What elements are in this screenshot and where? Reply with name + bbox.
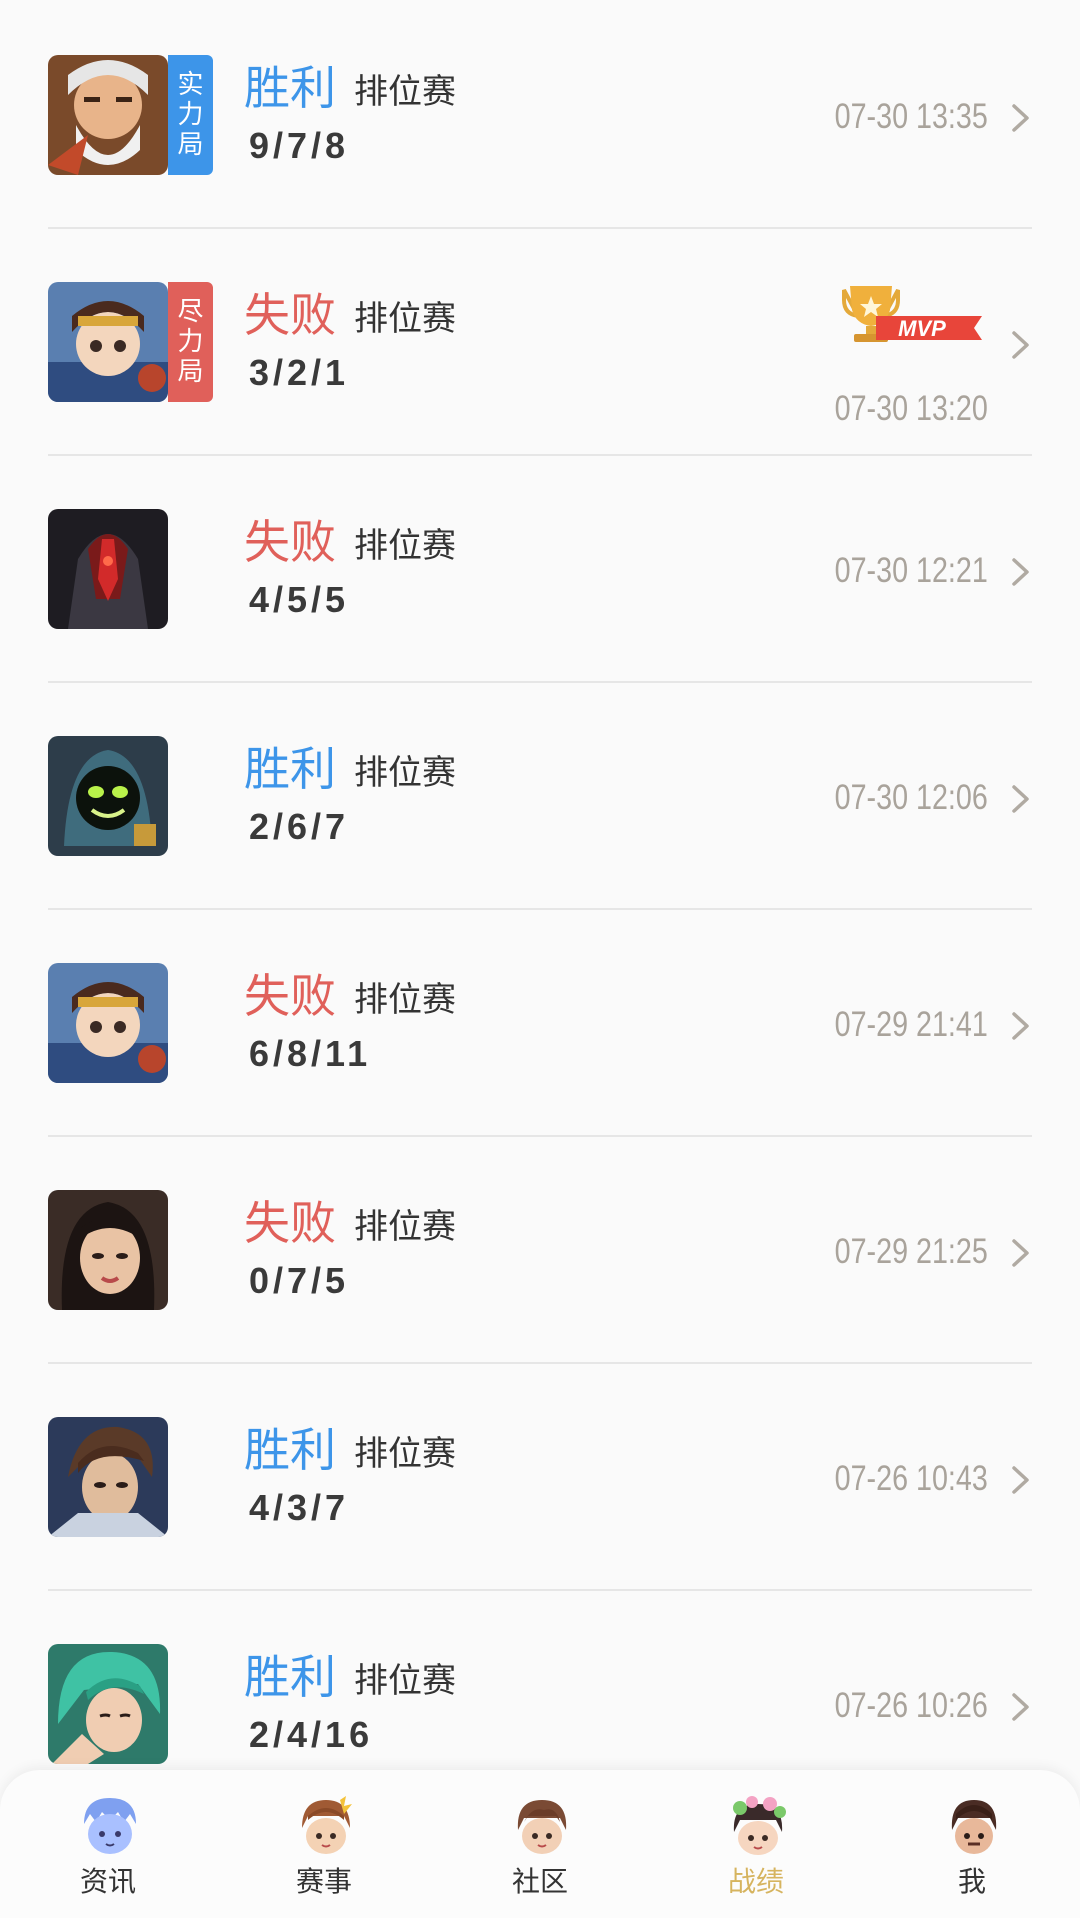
game-type: 排位赛 xyxy=(354,1661,456,1701)
kda-score: 0/7/5 xyxy=(249,1260,350,1301)
tab-community[interactable]: 社区 xyxy=(432,1770,648,1918)
mode-tag-char: 局 xyxy=(177,130,204,160)
mvp-badge: MVP xyxy=(836,282,984,352)
match-time: 07-29 21:41 xyxy=(834,1005,988,1044)
game-type: 排位赛 xyxy=(354,753,456,793)
match-row[interactable]: 胜利 排位赛 4/3/7 07-26 10:43 xyxy=(0,1362,1080,1589)
match-row[interactable]: 实 力 局 胜利 排位赛 9/7/8 07-30 13:35 xyxy=(0,0,1080,227)
mode-tag-char: 局 xyxy=(177,357,204,387)
kda-score: 9/7/8 xyxy=(249,125,350,166)
tab-me[interactable]: 我 xyxy=(864,1770,1080,1918)
match-row[interactable]: 胜利 排位赛 2/4/16 07-26 10:26 xyxy=(0,1589,1080,1770)
tab-label: 我 xyxy=(957,1865,986,1898)
mode-tag-effort: 尽 力 局 xyxy=(168,282,213,402)
community-mascot-icon xyxy=(517,1800,567,1854)
mode-tag-char: 尽 xyxy=(177,297,204,327)
puppet-girl-hero-icon xyxy=(48,963,168,1083)
game-type: 排位赛 xyxy=(354,1207,456,1247)
match-time: 07-30 13:20 xyxy=(834,389,988,428)
chevron-right-icon xyxy=(1012,558,1029,586)
mode-tag-char: 实 xyxy=(177,70,204,100)
match-time: 07-29 21:25 xyxy=(834,1232,988,1271)
chevron-right-icon xyxy=(1012,1693,1029,1721)
match-result: 失败 xyxy=(244,288,336,342)
mode-tag-char: 力 xyxy=(177,327,204,357)
kda-score: 2/4/16 xyxy=(249,1714,374,1755)
chevron-right-icon xyxy=(1012,104,1029,132)
match-row[interactable]: 失败 排位赛 4/5/5 07-30 12:21 xyxy=(0,454,1080,681)
tab-events[interactable]: 赛事 xyxy=(216,1770,432,1918)
chevron-right-icon xyxy=(1012,1012,1029,1040)
mvp-ribbon: MVP xyxy=(876,316,982,341)
kda-score: 4/3/7 xyxy=(249,1487,350,1528)
kda-score: 3/2/1 xyxy=(249,352,350,393)
mode-tag-char: 力 xyxy=(177,100,204,130)
chevron-right-icon xyxy=(1012,785,1029,813)
game-type: 排位赛 xyxy=(354,72,456,112)
kda-score: 2/6/7 xyxy=(249,806,350,847)
chevron-right-icon xyxy=(1012,1466,1029,1494)
hooded-hero-icon xyxy=(48,736,168,856)
game-type: 排位赛 xyxy=(354,980,456,1020)
game-type: 排位赛 xyxy=(354,1434,456,1474)
chevron-right-icon xyxy=(1012,1239,1029,1267)
mvp-label: MVP xyxy=(898,316,946,341)
match-result: 胜利 xyxy=(244,1423,336,1477)
dark-hair-girl-hero-icon xyxy=(48,1190,168,1310)
me-mascot-icon xyxy=(951,1800,997,1854)
match-result: 失败 xyxy=(244,515,336,569)
tab-label: 社区 xyxy=(511,1865,568,1898)
match-history-list[interactable]: 实 力 局 胜利 排位赛 9/7/8 07-30 13:35 尽 力 局 失败 … xyxy=(0,0,1080,1770)
game-type: 排位赛 xyxy=(354,526,456,566)
match-result: 胜利 xyxy=(244,742,336,796)
mode-tag-strength: 实 力 局 xyxy=(168,55,213,175)
match-time: 07-30 13:35 xyxy=(834,97,988,136)
tab-news[interactable]: 资讯 xyxy=(0,1770,216,1918)
puppet-girl-hero-icon xyxy=(48,282,168,402)
bottom-tab-bar: 资讯 赛事 社区 战绩 我 xyxy=(0,1770,1080,1918)
match-time: 07-26 10:26 xyxy=(834,1686,988,1725)
match-time: 07-30 12:21 xyxy=(834,551,988,590)
match-row[interactable]: 胜利 排位赛 2/6/7 07-30 12:06 xyxy=(0,681,1080,908)
tab-label: 赛事 xyxy=(295,1865,352,1898)
match-result: 胜利 xyxy=(244,1650,336,1704)
kda-score: 6/8/11 xyxy=(249,1033,372,1074)
elder-hero-icon xyxy=(48,55,168,175)
events-mascot-icon xyxy=(302,1796,352,1854)
tab-label: 资讯 xyxy=(79,1865,136,1898)
match-result: 胜利 xyxy=(244,61,336,115)
match-time: 07-26 10:43 xyxy=(834,1459,988,1498)
match-row[interactable]: 失败 排位赛 6/8/11 07-29 21:41 xyxy=(0,908,1080,1135)
game-type: 排位赛 xyxy=(354,299,456,339)
chevron-right-icon xyxy=(1012,331,1029,359)
dark-armor-hero-icon xyxy=(48,509,168,629)
records-mascot-icon xyxy=(733,1796,786,1855)
match-row[interactable]: 失败 排位赛 0/7/5 07-29 21:25 xyxy=(0,1135,1080,1362)
green-hair-hero-icon xyxy=(48,1644,168,1764)
match-result: 失败 xyxy=(244,969,336,1023)
kda-score: 4/5/5 xyxy=(249,579,350,620)
tab-label: 战绩 xyxy=(727,1865,784,1898)
match-history-screen: 实 力 局 胜利 排位赛 9/7/8 07-30 13:35 尽 力 局 失败 … xyxy=(0,0,1080,1918)
match-result: 失败 xyxy=(244,1196,336,1250)
match-time: 07-30 12:06 xyxy=(834,778,988,817)
young-swordsman-hero-icon xyxy=(48,1417,168,1537)
news-mascot-icon xyxy=(84,1798,136,1854)
tab-records[interactable]: 战绩 xyxy=(648,1770,864,1918)
